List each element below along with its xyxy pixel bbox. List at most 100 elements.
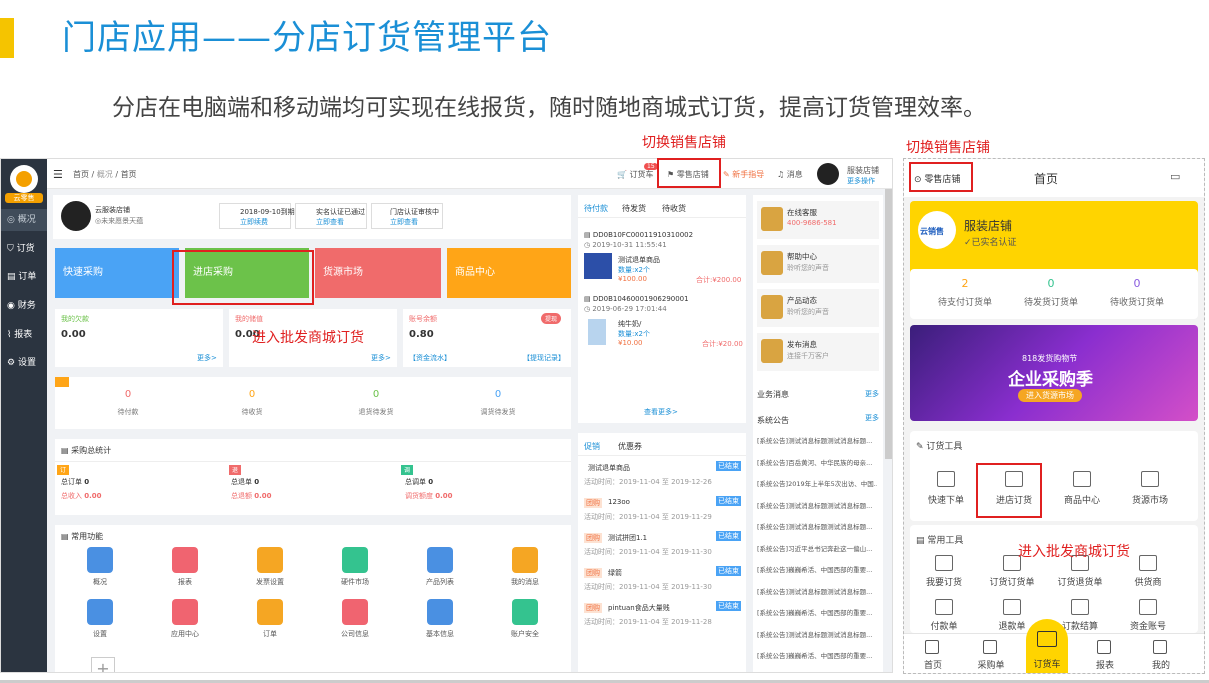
tab-unreceived[interactable]: 待收货: [662, 203, 686, 214]
order-tool-0[interactable]: 快速下单: [916, 493, 976, 506]
notice-item[interactable]: [系统公告]测试消息标题测试消息标题...: [757, 521, 877, 531]
tab-coupon[interactable]: 优惠券: [618, 441, 642, 452]
pending-pay-count[interactable]: 2: [930, 277, 1000, 290]
stored-label: 我的储值: [235, 315, 263, 323]
verify-link[interactable]: 立即查看: [316, 217, 344, 227]
promo-banner[interactable]: 818发货购物节 企业采购季 进入货源市场: [910, 325, 1198, 421]
function-icon[interactable]: [87, 599, 113, 625]
pending-ship-count[interactable]: 0: [1016, 277, 1086, 290]
scrollbar[interactable]: [885, 189, 892, 459]
menu-icon[interactable]: ☰: [53, 168, 63, 181]
transfer-count[interactable]: 0: [475, 389, 521, 400]
order-tool-2[interactable]: 商品中心: [1052, 493, 1112, 506]
store-verify-link[interactable]: 立即查看: [390, 217, 418, 227]
quick-purchase-button[interactable]: 快速采购: [55, 248, 179, 298]
sidebar-item-finance[interactable]: ◉ 财务: [1, 295, 47, 317]
sidebar-item-report[interactable]: ⌇ 报表: [1, 324, 47, 346]
avatar[interactable]: [817, 163, 839, 185]
common-tool-1[interactable]: 订货订货单: [982, 575, 1042, 588]
sidebar-item-overview[interactable]: ◎ 概况: [1, 209, 47, 231]
tab-4[interactable]: 我的: [1136, 658, 1186, 671]
sidebar-item-order[interactable]: ⛉ 订货: [1, 238, 47, 260]
supply-market-button[interactable]: 货源市场: [315, 248, 441, 298]
banner-button[interactable]: 进入货源市场: [1018, 389, 1082, 402]
return-count[interactable]: 0: [353, 389, 399, 400]
function-icon[interactable]: [172, 599, 198, 625]
unreceived-count[interactable]: 0: [229, 389, 275, 400]
notice-item[interactable]: [系统公告]巍巍希活、中国西部的重要...: [757, 650, 877, 660]
unpaid-count[interactable]: 0: [105, 389, 151, 400]
common-tool-row2-0[interactable]: 付款单: [914, 619, 974, 632]
notice-item[interactable]: [系统公告]巍巍希活、中国西部的重要...: [757, 672, 877, 673]
cart-badge: 15: [644, 163, 658, 170]
function-icon[interactable]: [257, 547, 283, 573]
tab-icon: [1097, 640, 1111, 654]
add-function-button[interactable]: +: [91, 657, 115, 672]
function-label: 硬件市场: [341, 578, 369, 586]
tab-1[interactable]: 采购单: [966, 658, 1016, 671]
function-icon[interactable]: [172, 547, 198, 573]
notice-item[interactable]: [系统公告]巍巍希活、中国西部的重要...: [757, 607, 877, 617]
fund-flow-link[interactable]: 【资金流水】: [409, 353, 451, 363]
pending-receive-count[interactable]: 0: [1102, 277, 1172, 290]
function-icon[interactable]: [427, 599, 453, 625]
product-center-button[interactable]: 商品中心: [447, 248, 571, 298]
cart-button[interactable]: 🛒 订货车: [617, 169, 654, 180]
function-icon[interactable]: [257, 599, 283, 625]
common-tool-row2-3[interactable]: 资金账号: [1118, 619, 1178, 632]
return-label: 退货待发货: [358, 408, 394, 416]
shop-name: 服装店铺: [847, 166, 879, 175]
sidebar-item-orders[interactable]: ▤ 订单: [1, 266, 47, 288]
renew-link[interactable]: 立即续费: [240, 217, 268, 227]
function-icon[interactable]: [512, 599, 538, 625]
verified-badge: ✓已实名认证: [964, 238, 1017, 248]
orders-more-link[interactable]: 查看更多>: [644, 407, 678, 417]
common-tool-icon: [1139, 555, 1157, 571]
tab-unpaid[interactable]: 待付款: [584, 203, 608, 214]
notice-item[interactable]: [系统公告]巍巍希活、中国西部的重要...: [757, 564, 877, 574]
notice-item[interactable]: [系统公告]习近平总书记奔赴这一偏山...: [757, 543, 877, 553]
business-more-link[interactable]: 更多: [865, 389, 879, 399]
function-icon[interactable]: [427, 547, 453, 573]
notice-more-link[interactable]: 更多: [865, 413, 879, 423]
withdraw-button[interactable]: 提现: [541, 313, 562, 324]
promo-name[interactable]: 测试拼团1.1: [608, 533, 647, 543]
notice-item[interactable]: [系统公告]2019年上半年5次出访、中国...: [757, 478, 877, 488]
tab-0[interactable]: 首页: [908, 658, 958, 671]
withdraw-record-link[interactable]: 【提现记录】: [523, 353, 565, 363]
promo-name[interactable]: 123oo: [608, 498, 630, 506]
service-title: 发布消息: [787, 340, 817, 349]
guide-link[interactable]: ✎ 新手指导: [723, 169, 764, 180]
function-icon[interactable]: [342, 599, 368, 625]
notice-item[interactable]: [系统公告]测试消息标题测试消息标题...: [757, 435, 877, 445]
slide-title: 门店应用——分店订货管理平台: [62, 18, 552, 58]
verify-box: 实名认证已通过 立即查看: [295, 203, 367, 229]
order-item-name-2: 纯牛奶/: [618, 320, 642, 328]
function-icon[interactable]: [512, 547, 538, 573]
function-label: 产品列表: [426, 578, 454, 586]
promo-name[interactable]: 测试退单商品: [588, 463, 630, 473]
promo-name[interactable]: 绿箭: [608, 568, 622, 578]
promo-time: 活动时间：2019-11-04 至 2019-11-28: [584, 618, 712, 626]
more-store-link[interactable]: 更多操作: [847, 176, 875, 186]
common-tool-3[interactable]: 供货商: [1118, 575, 1178, 588]
logo-icon: [10, 165, 38, 193]
notice-item[interactable]: [系统公告]测试消息标题测试消息标题...: [757, 629, 877, 639]
tab-promotion[interactable]: 促销: [584, 441, 600, 452]
notice-item[interactable]: [系统公告]测试消息标题测试消息标题...: [757, 586, 877, 596]
common-tool-0[interactable]: 我要订货: [914, 575, 974, 588]
message-button[interactable]: ♫ 消息: [777, 169, 803, 180]
tab-unshipped[interactable]: 待发货: [622, 203, 646, 214]
promo-name[interactable]: pintuan食品大量贱: [608, 603, 670, 613]
notice-item[interactable]: [系统公告]百岳黄河、中华民族的母亲...: [757, 457, 877, 467]
order-tool-3[interactable]: 货源市场: [1120, 493, 1180, 506]
chat-icon[interactable]: ▭: [1170, 170, 1180, 183]
notice-item[interactable]: [系统公告]测试消息标题测试消息标题...: [757, 500, 877, 510]
tab-3[interactable]: 报表: [1080, 658, 1130, 671]
sidebar-item-settings[interactable]: ⚙ 设置: [1, 352, 47, 374]
debt-more-link[interactable]: 更多>: [197, 353, 217, 363]
stored-more-link[interactable]: 更多>: [371, 353, 391, 363]
common-tool-2[interactable]: 订货退货单: [1050, 575, 1110, 588]
function-icon[interactable]: [342, 547, 368, 573]
function-icon[interactable]: [87, 547, 113, 573]
